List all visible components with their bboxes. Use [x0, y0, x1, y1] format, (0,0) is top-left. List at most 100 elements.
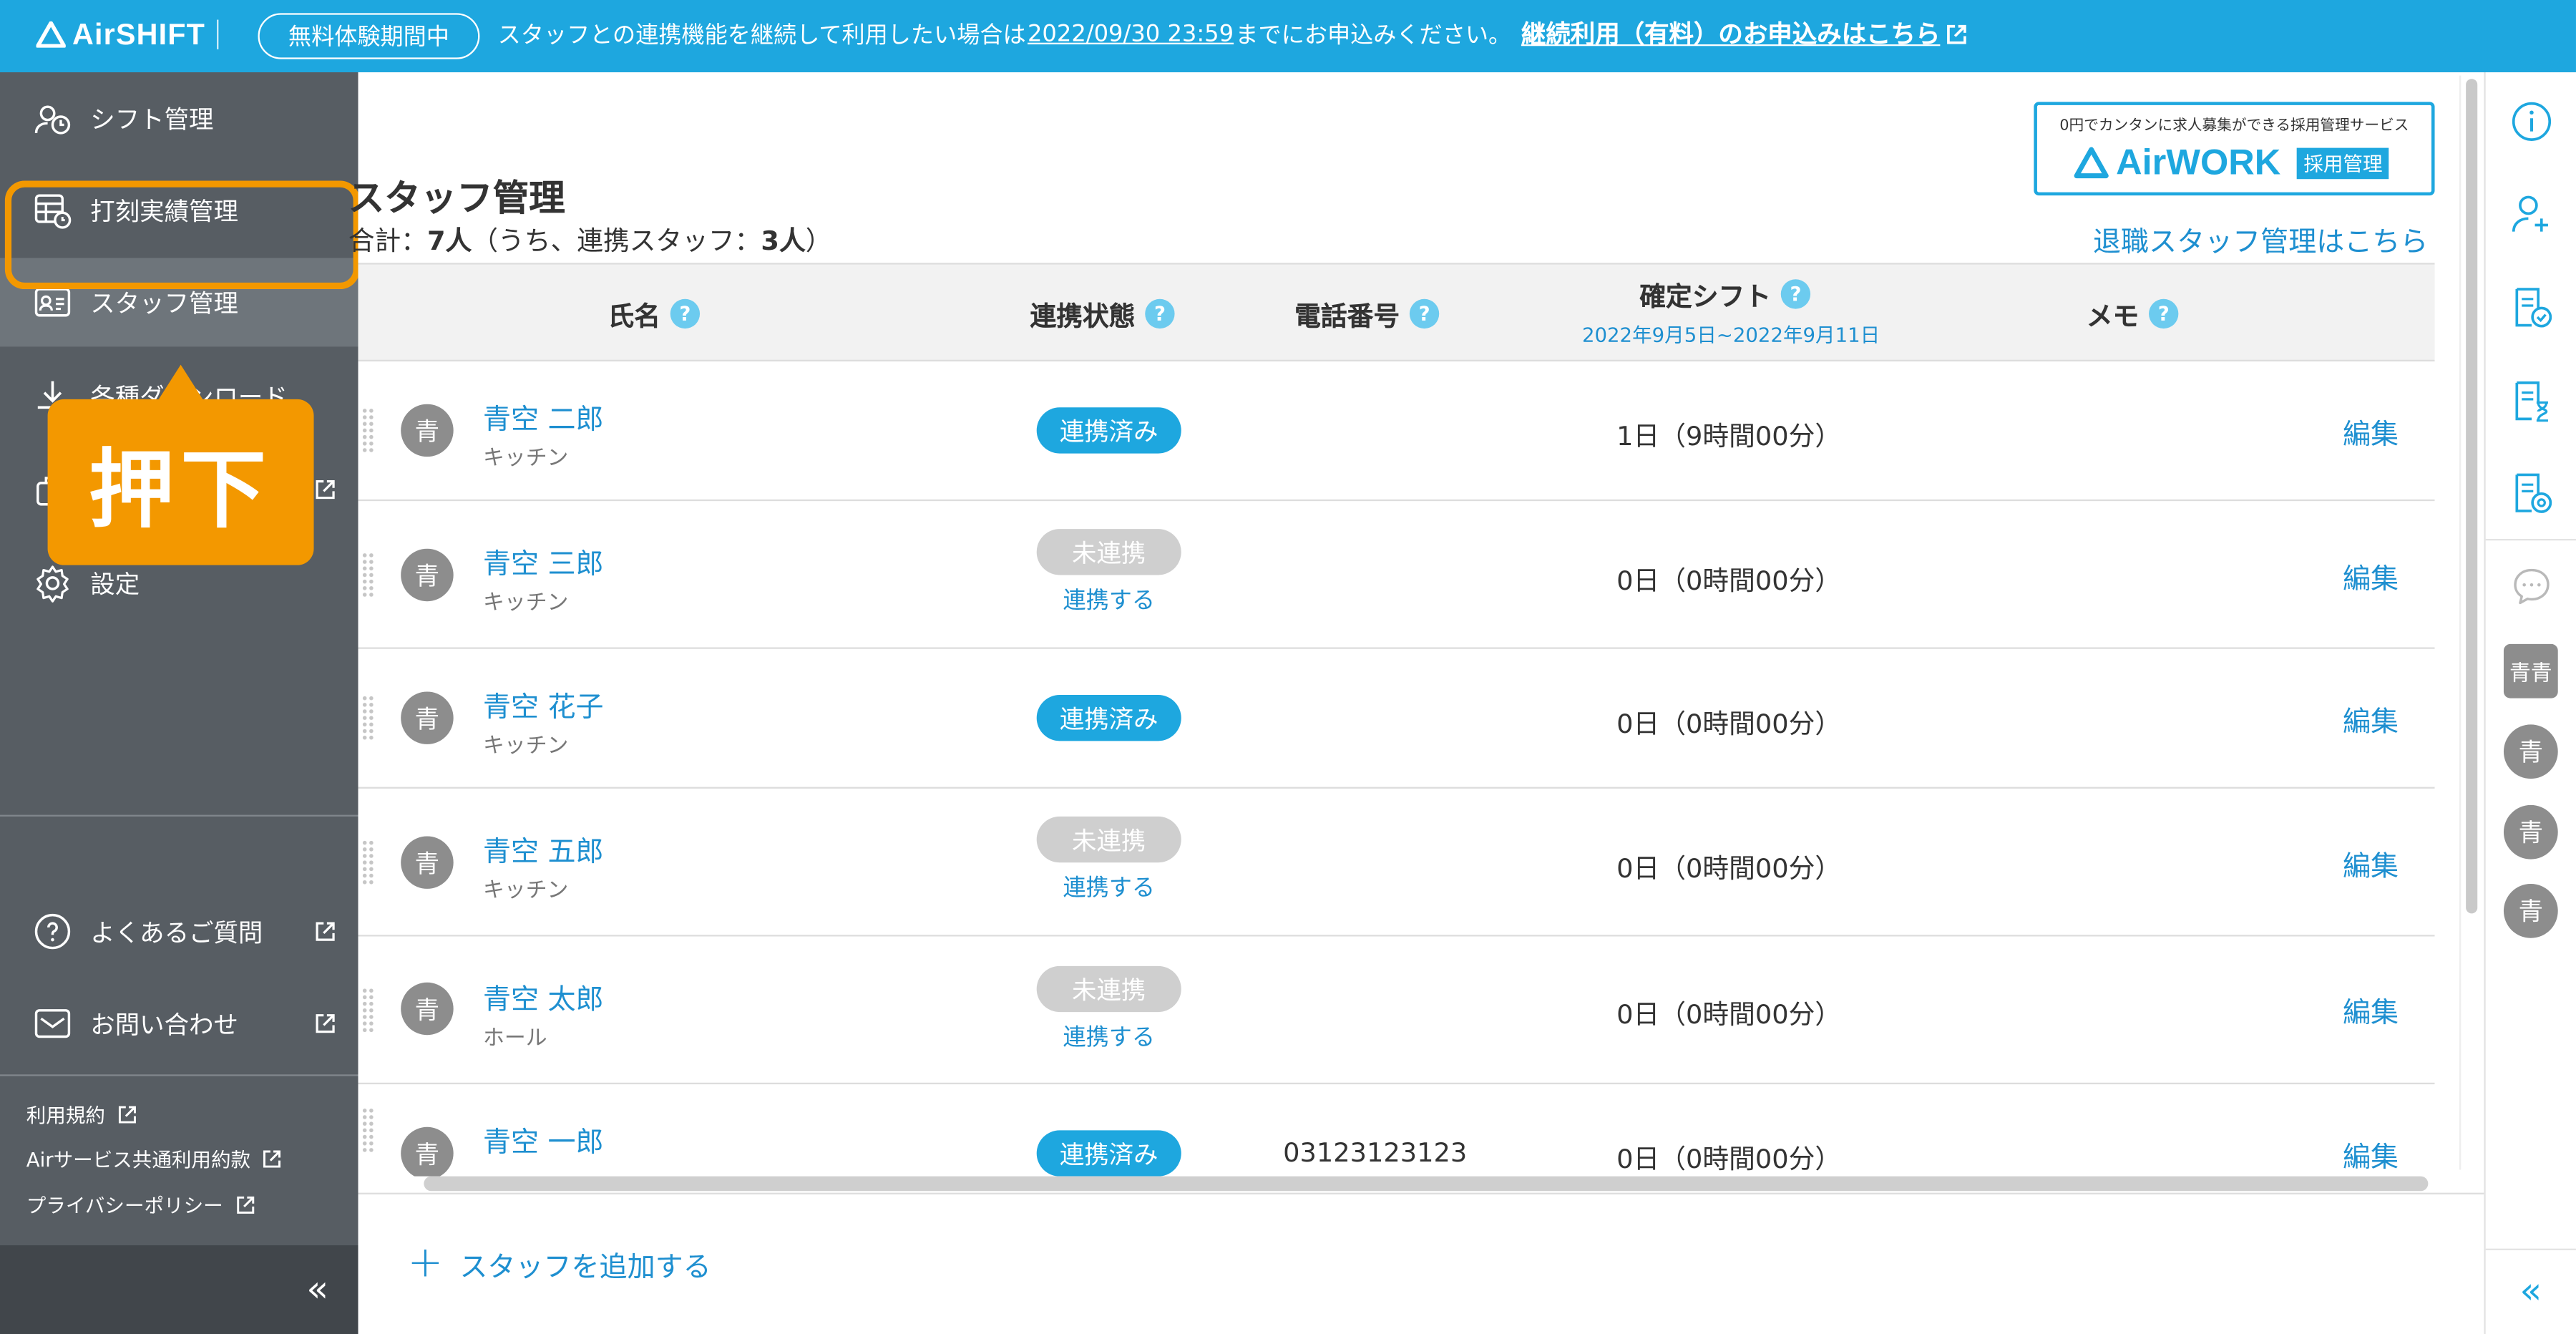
drag-handle[interactable] — [361, 986, 375, 1033]
table-row[interactable]: 青 青空 花子 キッチン 連携済み 0日（0時間00分） 編集 — [358, 649, 2435, 789]
header-phone: 電話番号? — [1294, 294, 1440, 334]
staff-name-link[interactable]: 青空 太郎 — [483, 976, 604, 1017]
edit-link[interactable]: 編集 — [2343, 698, 2399, 739]
shift-date-range: 2022年9月5日~2022年9月11日 — [1581, 323, 1880, 347]
chat-icon[interactable] — [2510, 565, 2553, 608]
help-icon[interactable]: ? — [1145, 298, 1175, 329]
edit-link[interactable]: 編集 — [2343, 1134, 2399, 1174]
tutorial-highlight — [4, 180, 360, 290]
contact-label: お問い合わせ — [90, 1009, 238, 1039]
airwork-tag: 採用管理 — [2297, 147, 2389, 179]
confirmed-shift: 0日（0時間00分） — [1616, 998, 1842, 1031]
total-label: 合計： — [348, 225, 427, 257]
add-staff-label: スタッフを追加する — [459, 1251, 711, 1285]
airwork-tagline: 0円でカンタンに求人募集ができる採用管理サービス — [2059, 118, 2409, 135]
notice-text: スタッフとの連携機能を継続して利用したい場合は — [497, 21, 1026, 49]
table-row[interactable]: 青 青空 一郎 連携済み 03123123123 0日（0時間00分） 編集 — [358, 1084, 2435, 1177]
edit-link[interactable]: 編集 — [2343, 989, 2399, 1030]
airwork-banner[interactable]: 0円でカンタンに求人募集ができる採用管理サービス AirWORK 採用管理 — [2034, 102, 2435, 196]
sidebar-item-help[interactable]: よくあるご質問 — [0, 887, 358, 976]
edit-link[interactable]: 編集 — [2343, 843, 2399, 884]
sidebar-item-shift[interactable]: シフト管理 — [0, 74, 358, 162]
confirmed-shift: 1日（9時間00分） — [1616, 420, 1842, 452]
gear-icon — [36, 565, 69, 603]
link-staff-button[interactable]: 連携する — [1037, 583, 1181, 616]
staff-name-link[interactable]: 青空 五郎 — [483, 828, 604, 869]
staff-name-link[interactable]: 青空 三郎 — [483, 540, 604, 582]
sidebar-item-contact[interactable]: お問い合わせ — [0, 979, 358, 1068]
vertical-scrollbar[interactable] — [2466, 79, 2478, 914]
sidebar-collapse-button[interactable]: « — [0, 1245, 358, 1334]
status-badge: 連携済み — [1036, 407, 1181, 454]
right-rail: 青青 青 青 青 — [2484, 72, 2576, 1334]
drag-handle[interactable] — [361, 407, 375, 454]
trial-banner: AirSHIFT 無料体験期間中 スタッフとの連携機能を継続して利用したい場合は… — [0, 0, 2576, 73]
airwork-logo: AirWORK 採用管理 — [2073, 141, 2389, 184]
count-suffix: ） — [805, 225, 832, 257]
avatar[interactable]: 青 — [2503, 884, 2558, 938]
avatar: 青 — [401, 548, 454, 602]
avatar: 青 — [401, 982, 454, 1036]
header-name: 氏名? — [608, 294, 701, 334]
avatar: 青 — [401, 404, 454, 457]
edit-link[interactable]: 編集 — [2343, 411, 2399, 452]
staff-department: キッチン — [482, 591, 569, 616]
drag-handle[interactable] — [361, 695, 375, 741]
help-icon[interactable]: ? — [1409, 298, 1440, 329]
subscribe-link[interactable]: 継続利用（有料）のお申込みはこちら — [1521, 16, 1940, 51]
question-icon — [34, 913, 71, 950]
drag-handle[interactable] — [361, 838, 375, 885]
link-staff-button[interactable]: 連携する — [1037, 871, 1181, 904]
avatar[interactable]: 青 — [2503, 804, 2558, 860]
help-icon[interactable]: ? — [2149, 298, 2179, 329]
staff-department: キッチン — [482, 879, 569, 904]
status-badge: 未連携 — [1036, 816, 1181, 863]
terms-label: 利用規約 — [26, 1104, 105, 1127]
terms-link[interactable]: 利用規約 — [26, 1101, 137, 1129]
confirmed-shift: 0日（0時間00分） — [1616, 1143, 1842, 1175]
avatar[interactable]: 青 — [2503, 724, 2558, 779]
logo-divider — [217, 19, 219, 49]
table-row[interactable]: 青 青空 二郎 キッチン 連携済み 1日（9時間00分） 編集 — [358, 361, 2435, 502]
help-icon[interactable]: ? — [670, 298, 701, 329]
sidebar-item-label: シフト管理 — [90, 104, 214, 135]
confirmed-shift: 0日（0時間00分） — [1616, 852, 1842, 885]
add-staff-button[interactable]: + スタッフを追加する — [407, 1242, 711, 1285]
sidebar-item-label: スタッフ管理 — [90, 288, 238, 318]
double-chevron-left-icon: « — [2519, 1271, 2542, 1313]
status-badge: 未連携 — [1036, 529, 1181, 575]
air-service-terms-link[interactable]: Airサービス共通利用約款 — [26, 1145, 282, 1173]
edit-link[interactable]: 編集 — [2343, 555, 2399, 596]
rail-collapse-button[interactable]: « — [2485, 1248, 2576, 1334]
info-icon[interactable] — [2510, 100, 2553, 143]
airshift-logo[interactable]: AirSHIFT — [36, 16, 206, 53]
link-staff-button[interactable]: 連携する — [1037, 1021, 1181, 1053]
staff-name-link[interactable]: 青空 二郎 — [483, 396, 604, 437]
staff-count: 合計：7人（うち、連携スタッフ：3人） — [348, 218, 832, 258]
avatar: 青 — [401, 691, 454, 744]
add-user-icon[interactable] — [2510, 193, 2553, 235]
table-row[interactable]: 青 青空 太郎 ホール 未連携 連携する 0日（0時間00分） 編集 — [358, 936, 2435, 1085]
drag-handle[interactable] — [361, 1107, 375, 1154]
group-avatar[interactable]: 青青 — [2503, 643, 2558, 698]
privacy-policy-link[interactable]: プライバシーポリシー — [26, 1191, 255, 1219]
document-check-icon[interactable] — [2510, 286, 2553, 328]
air-triangle-icon — [2074, 147, 2109, 179]
staff-name-link[interactable]: 青空 一郎 — [483, 1119, 604, 1160]
horizontal-scrollbar[interactable] — [424, 1176, 2429, 1192]
mail-icon — [34, 1009, 71, 1038]
linked-label: （うち、連携スタッフ： — [472, 225, 761, 257]
linked-count: 3人 — [761, 225, 806, 257]
help-icon[interactable]: ? — [1780, 279, 1811, 309]
table-row[interactable]: 青 青空 三郎 キッチン 未連携 連携する 0日（0時間00分） 編集 — [358, 501, 2435, 649]
staff-department: キッチン — [482, 447, 569, 472]
table-row[interactable]: 青 青空 五郎 キッチン 未連携 連携する 0日（0時間00分） 編集 — [358, 789, 2435, 937]
retired-staff-link[interactable]: 退職スタッフ管理はこちら — [2093, 218, 2428, 260]
hourglass-doc-icon[interactable] — [2510, 379, 2553, 422]
staff-department: ホール — [482, 1026, 547, 1052]
settings-doc-icon[interactable] — [2510, 472, 2553, 515]
staff-name-link[interactable]: 青空 花子 — [483, 683, 604, 724]
page-title: スタッフ管理 — [348, 179, 565, 220]
air-terms-label: Airサービス共通利用約款 — [26, 1148, 251, 1172]
drag-handle[interactable] — [361, 551, 375, 598]
